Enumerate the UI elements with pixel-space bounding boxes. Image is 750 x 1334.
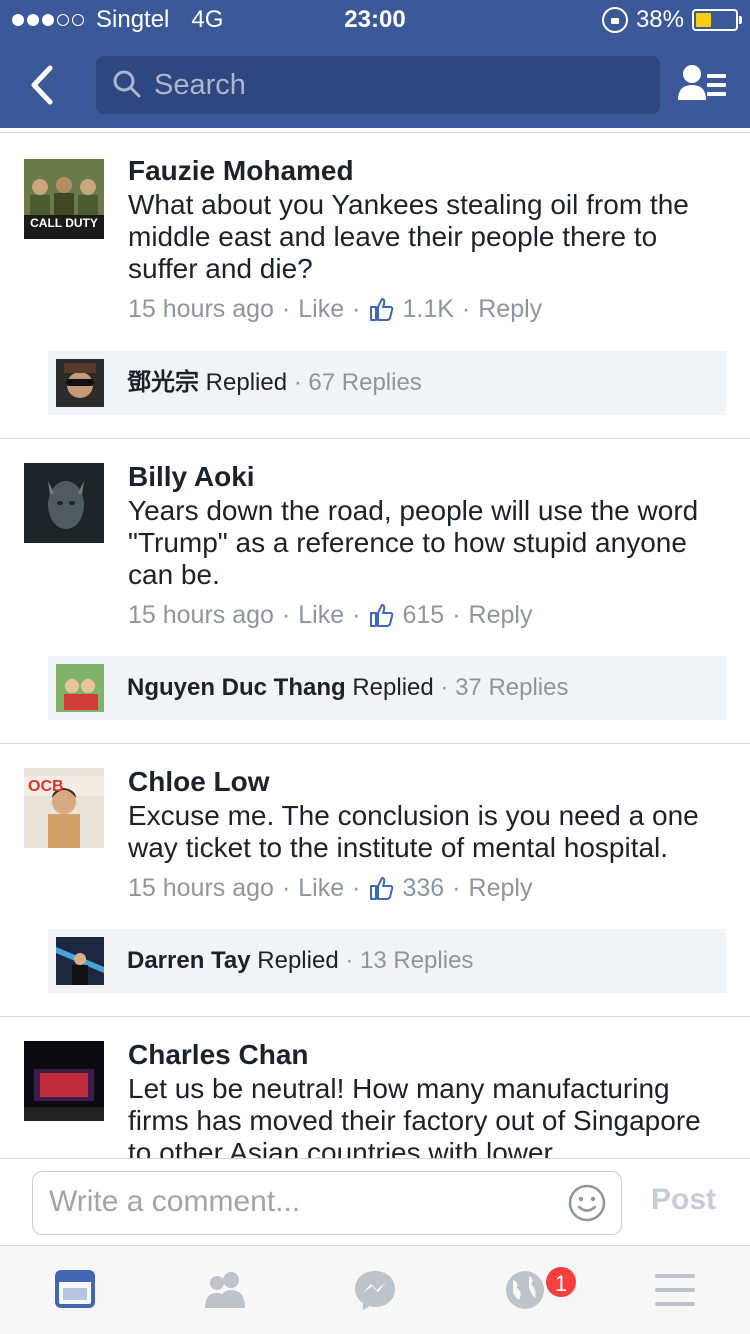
- like-count: 615: [402, 601, 445, 629]
- comment-item: Billy Aoki Years down the road, people w…: [0, 439, 750, 744]
- comment-body: Billy Aoki Years down the road, people w…: [128, 439, 726, 632]
- comment-author[interactable]: Charles Chan: [128, 1037, 726, 1073]
- replier-name: Nguyen Duc Thang: [127, 674, 346, 701]
- status-right: 38%: [601, 6, 742, 34]
- rotation-lock-icon: [601, 7, 628, 33]
- reply-link[interactable]: Reply: [469, 871, 533, 905]
- comment-body: Fauzie Mohamed What about you Yankees st…: [128, 133, 726, 326]
- friend-requests-icon: [678, 65, 726, 100]
- menu-icon: [655, 1274, 695, 1306]
- chevron-left-icon: [31, 65, 53, 105]
- avatar-image: [24, 1041, 104, 1121]
- thumbs-up-icon: [370, 298, 394, 321]
- status-bar: Singtel 4G 23:00 38%: [0, 0, 750, 40]
- replies-text: Darren Tay Replied · 13 Replies: [127, 947, 474, 974]
- replied-label: Replied: [205, 369, 288, 396]
- friend-requests-button[interactable]: [676, 60, 728, 110]
- comments-list[interactable]: CALL DUTY Fauzie Mohamed What about you …: [0, 132, 750, 1158]
- comment-input-box[interactable]: [32, 1171, 622, 1235]
- replies-summary[interactable]: 鄧光宗 Replied · 67 Replies: [48, 351, 726, 415]
- news-feed-icon: [55, 1270, 95, 1308]
- comment-item: CALL DUTY Fauzie Mohamed What about you …: [0, 133, 750, 439]
- search-icon: [113, 70, 141, 98]
- comment-input[interactable]: [49, 1172, 549, 1232]
- replies-text: Nguyen Duc Thang Replied · 37 Replies: [127, 674, 569, 701]
- reply-avatar: [56, 359, 104, 407]
- avatar-caption: CALL DUTY: [30, 216, 98, 230]
- app-header: Singtel 4G 23:00 38%: [0, 0, 750, 128]
- avatar[interactable]: [24, 463, 104, 543]
- replies-count: 13 Replies: [360, 947, 474, 974]
- avatar[interactable]: OCB: [24, 768, 104, 848]
- comment-author[interactable]: Chloe Low: [128, 764, 726, 800]
- friends-icon: [205, 1272, 245, 1308]
- comment-time: 15 hours ago: [128, 874, 274, 902]
- comment-time: 15 hours ago: [128, 295, 274, 323]
- comment-text: What about you Yankees stealing oil from…: [128, 189, 689, 284]
- tab-friends[interactable]: [201, 1268, 249, 1312]
- comment-meta: 15 hours ago · Like · 336 · Reply: [128, 871, 726, 905]
- replier-name: Darren Tay: [127, 947, 251, 974]
- replies-summary[interactable]: Darren Tay Replied · 13 Replies: [48, 929, 726, 993]
- replies-summary[interactable]: Nguyen Duc Thang Replied · 37 Replies: [48, 656, 726, 720]
- avatar[interactable]: CALL DUTY: [24, 159, 104, 239]
- replied-label: Replied: [352, 674, 434, 701]
- like-count: 1.1K: [402, 295, 454, 323]
- comment-author[interactable]: Fauzie Mohamed: [128, 153, 726, 189]
- post-button[interactable]: Post: [651, 1183, 716, 1217]
- messenger-icon: [355, 1271, 395, 1310]
- tab-menu[interactable]: [651, 1268, 699, 1312]
- avatar-image: [24, 463, 104, 543]
- reply-avatar: [56, 664, 104, 712]
- comment-body: Chloe Low Excuse me. The conclusion is y…: [128, 744, 726, 905]
- avatar-caption: OCB: [28, 778, 64, 795]
- reply-link[interactable]: Reply: [469, 598, 533, 632]
- avatar[interactable]: [24, 1041, 104, 1121]
- search-box[interactable]: [96, 56, 660, 114]
- comment-item: OCB Chloe Low Excuse me. The conclusion …: [0, 744, 750, 1017]
- replier-name: 鄧光宗: [127, 369, 199, 396]
- notifications-globe-icon: [506, 1271, 544, 1309]
- replied-label: Replied: [257, 947, 339, 974]
- battery-icon: [692, 9, 742, 31]
- comment-item: Charles Chan Let us be neutral! How many…: [0, 1017, 750, 1158]
- like-link[interactable]: Like: [298, 871, 344, 905]
- thumbs-up-icon: [370, 877, 394, 900]
- nav-row: [0, 50, 750, 120]
- comment-meta: 15 hours ago · Like · 615 · Reply: [128, 598, 726, 632]
- comment-text: Let us be neutral! How many manufacturin…: [128, 1073, 701, 1158]
- like-link[interactable]: Like: [298, 598, 344, 632]
- reply-avatar: [56, 937, 104, 985]
- comment-text: Years down the road, people will use the…: [128, 495, 699, 590]
- comment-author[interactable]: Billy Aoki: [128, 459, 726, 495]
- like-count: 336: [402, 874, 445, 902]
- comment-time: 15 hours ago: [128, 601, 274, 629]
- replies-count: 67 Replies: [308, 369, 422, 396]
- replies-count: 37 Replies: [455, 674, 569, 701]
- emoji-icon: [568, 1184, 606, 1222]
- tab-bar: [0, 1246, 750, 1334]
- tab-messenger[interactable]: [351, 1268, 399, 1312]
- emoji-button[interactable]: [567, 1183, 607, 1223]
- notification-badge: 1: [544, 1265, 578, 1299]
- search-input[interactable]: [154, 56, 634, 114]
- replies-text: 鄧光宗 Replied · 67 Replies: [127, 369, 422, 396]
- tab-notifications[interactable]: [501, 1268, 549, 1312]
- back-button[interactable]: [20, 60, 70, 110]
- thumbs-up-icon: [370, 604, 394, 627]
- comment-body: Charles Chan Let us be neutral! How many…: [128, 1017, 726, 1158]
- reply-link[interactable]: Reply: [478, 292, 542, 326]
- comment-text: Excuse me. The conclusion is you need a …: [128, 800, 699, 863]
- battery-percent: 38%: [635, 6, 684, 33]
- like-link[interactable]: Like: [298, 292, 344, 326]
- comment-composer: Post: [0, 1158, 750, 1246]
- tab-news-feed[interactable]: [51, 1268, 99, 1312]
- comment-meta: 15 hours ago · Like · 1.1K · Reply: [128, 292, 726, 326]
